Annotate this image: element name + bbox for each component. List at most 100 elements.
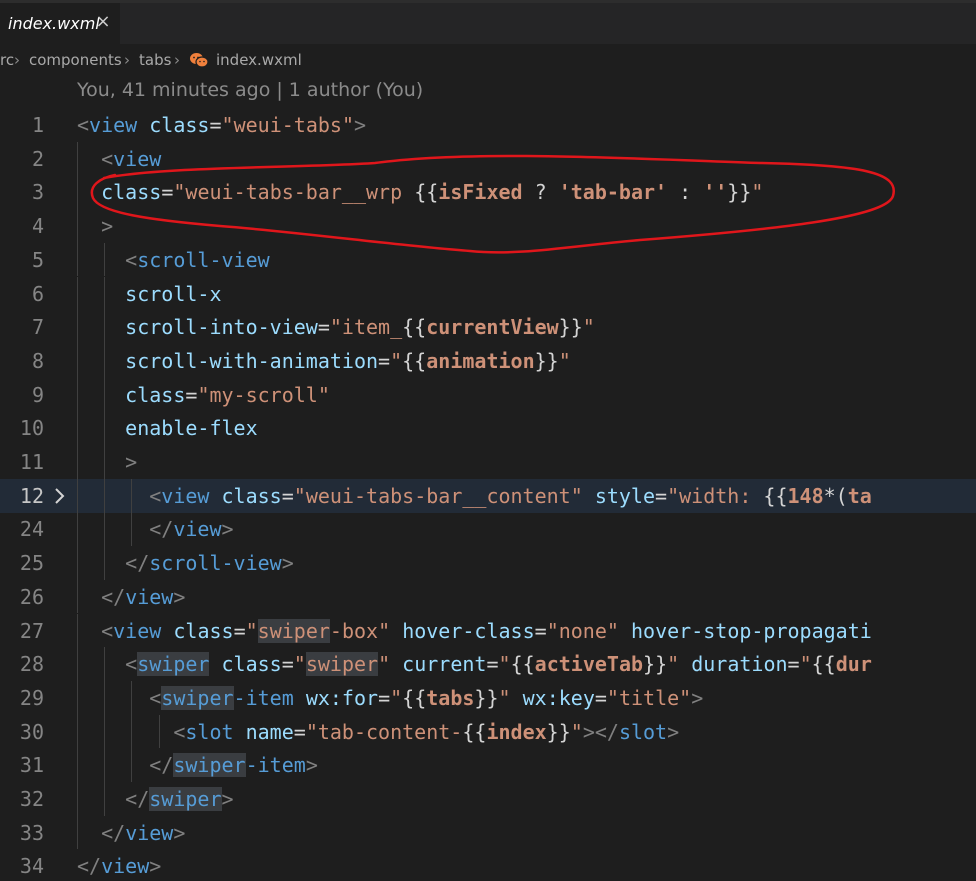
code-expression: 148 [787,483,824,508]
line-number[interactable]: 3 [0,175,44,209]
code-line[interactable]: 32 </swiper> [0,782,976,816]
line-number[interactable]: 32 [0,782,44,816]
code-string: " [570,719,583,744]
line-number[interactable]: 28 [0,647,44,681]
code-line[interactable]: 26 </view> [0,579,976,614]
code-text: </view> [77,816,185,850]
line-number[interactable]: 5 [0,243,44,277]
code-line[interactable]: 29 <swiper-item wx:for="{{tabs}}" wx:key… [0,680,976,715]
code-mustache: {{ [402,685,427,710]
code-line[interactable]: 25 </scroll-view> [0,546,976,580]
line-number[interactable]: 4 [0,209,44,243]
code-mustache: {{ [811,652,836,677]
code-mustache: }} [558,315,583,340]
close-icon[interactable]: × [93,11,113,33]
line-number[interactable]: 25 [0,546,44,580]
code-text: <scroll-view [77,243,270,277]
code-operator: = [534,618,547,643]
code-operator: = [594,685,607,710]
code-mustache: {{ [462,719,487,744]
code-string: "item_ [329,315,403,340]
code-line[interactable]: 10 enable-flex [0,411,976,445]
code-line[interactable]: 30 <slot name="tab-content-{{index}}"></… [0,714,976,749]
code-operator: = [655,483,668,508]
line-number[interactable]: 31 [0,748,44,782]
line-number[interactable]: 27 [0,614,44,648]
line-number[interactable]: 30 [0,715,44,749]
code-line[interactable]: 1 <view class="weui-tabs"> [0,108,976,142]
codelens-blame[interactable]: You, 41 minutes ago | 1 author (You) [77,79,423,101]
line-number[interactable]: 1 [0,108,44,142]
editor-tab-strip: index.wxml × [0,3,976,44]
code-bracket: < [149,685,162,710]
tab-index-wxml[interactable]: index.wxml × [0,3,120,44]
code-string: " [498,685,511,710]
code-text: </swiper> [77,782,234,816]
code-mustache: {{ [763,483,788,508]
line-number[interactable]: 10 [0,411,44,445]
line-number[interactable]: 11 [0,445,44,479]
code-line[interactable]: 4 > [0,209,976,243]
code-tag-highlight: swiper [173,753,246,778]
line-number[interactable]: 26 [0,580,44,614]
code-line[interactable]: 33 </view> [0,815,976,850]
line-number[interactable]: 6 [0,277,44,311]
line-number[interactable]: 7 [0,310,44,344]
code-text: > [77,209,113,243]
code-bracket: > [281,551,294,576]
code-editor[interactable]: 1 <view class="weui-tabs"> 2 <view 3 class=… [0,108,976,881]
line-number[interactable]: 33 [0,816,44,850]
line-number[interactable]: 12 [0,479,44,513]
code-mustache: }} [727,180,752,205]
code-text: </scroll-view> [77,546,294,580]
code-line[interactable]: 3 class="weui-tabs-bar__wrp {{isFixed ? … [0,175,976,210]
code-line[interactable]: 12 <view class="weui-tabs-bar__content" … [0,478,976,513]
code-line[interactable]: 7 scroll-into-view="item_{{currentView}}… [0,310,976,344]
breadcrumb-item-components[interactable]: components [29,51,122,69]
code-line[interactable]: 11 > [0,445,976,479]
code-line[interactable]: 2 <view [0,141,976,176]
line-number[interactable]: 29 [0,681,44,715]
code-line[interactable]: 24 </view> [0,512,976,547]
code-string: -box" [329,618,391,643]
breadcrumb-item-file[interactable]: index.wxml [216,51,302,69]
line-number[interactable]: 24 [0,512,44,546]
code-line[interactable]: 8 scroll-with-animation="{{animation}}" [0,343,976,378]
code-string: " [390,348,403,373]
breadcrumb-item-src[interactable]: rc [0,51,14,69]
chevron-right-icon: › [14,51,20,69]
line-number[interactable]: 2 [0,142,44,176]
code-line[interactable]: 34 </view> [0,849,976,881]
code-mustache: {{ [402,348,427,373]
code-operator: = [317,315,330,340]
code-tag-name: slot [185,719,234,744]
code-line[interactable]: 6 scroll-x [0,276,976,311]
code-bracket: < [125,247,138,272]
code-line[interactable]: 5 <scroll-view [0,242,976,277]
code-expression: ta [847,483,872,508]
code-attribute: class [125,382,186,407]
code-tag-name: scroll-view [149,551,282,576]
code-line[interactable]: 28 <swiper class="swiper" current="{{act… [0,647,976,681]
code-line[interactable]: 31 </swiper-item> [0,748,976,782]
code-string: " [390,685,403,710]
code-line[interactable]: 9 class="my-scroll" [0,377,976,412]
code-bracket: </ [149,517,174,542]
line-number[interactable]: 9 [0,378,44,412]
code-tag-name: view [125,820,174,845]
code-bracket: < [101,146,114,171]
code-tag-name: scroll-view [137,247,270,272]
code-line[interactable]: 27 <view class="swiper-box" hover-class=… [0,613,976,648]
code-bracket: </ [125,551,150,576]
breadcrumb-item-tabs[interactable]: tabs [139,51,171,69]
line-number[interactable]: 34 [0,849,44,881]
code-text: scroll-with-animation="{{animation}}" [77,344,571,378]
fold-chevron-icon[interactable] [51,487,69,505]
line-number[interactable]: 8 [0,344,44,378]
